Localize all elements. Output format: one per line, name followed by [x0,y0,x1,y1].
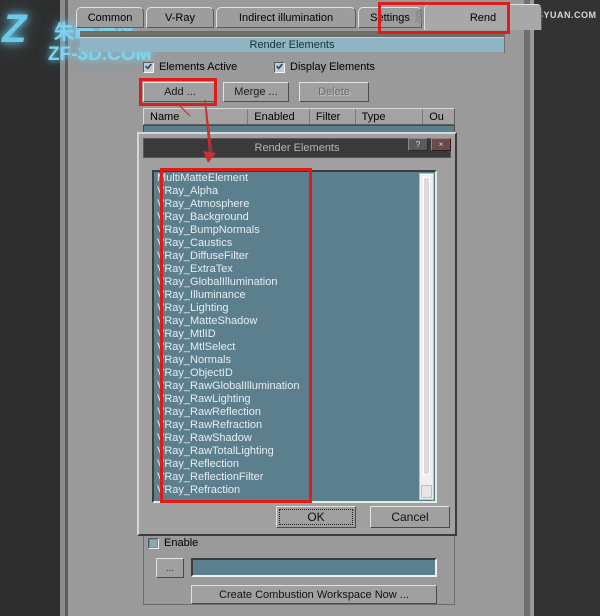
list-item[interactable]: VRay_Caustics [154,237,418,250]
close-icon[interactable]: × [431,138,451,151]
list-item[interactable]: VRay_BumpNormals [154,224,418,237]
merge-button[interactable]: Merge ... [223,82,289,102]
checkbox-display-elements[interactable]: Display Elements [274,61,375,73]
list-item[interactable]: VRay_GlobalIllumination [154,276,418,289]
tab-settings[interactable]: Settings [358,7,422,28]
element-action-buttons: Add ... Merge ... Delete [143,82,483,104]
check-icon-display-elements[interactable] [274,61,285,73]
delete-button: Delete [299,82,369,102]
create-combustion-workspace-button[interactable]: Create Combustion Workspace Now ... [191,585,437,604]
list-item[interactable]: VRay_MtlID [154,328,418,341]
label-elements-active: Elements Active [159,61,238,73]
label-enable: Enable [164,537,199,549]
output-path-input[interactable] [191,558,437,577]
dialog-window-buttons: ? × [408,138,451,151]
list-item[interactable]: VRay_RawRefraction [154,419,418,432]
list-item[interactable]: VRay_Refraction [154,484,418,497]
list-item[interactable]: VRay_ObjectID [154,367,418,380]
list-item[interactable]: VRay_MatteShadow [154,315,418,328]
elements-table-header: Name Enabled Filter Type Ou [143,108,455,125]
list-item[interactable]: MultiMatteElement [154,172,418,185]
list-item[interactable]: VRay_RawLighting [154,393,418,406]
column-header-filter[interactable]: Filter [310,109,356,124]
list-item[interactable]: VRay_RawGlobalIllumination [154,380,418,393]
column-header-name[interactable]: Name [144,109,249,124]
list-item[interactable]: VRay_RawTotalLighting [154,445,418,458]
column-header-type[interactable]: Type [356,109,424,124]
list-item[interactable]: VRay_Lighting [154,302,418,315]
dialog-titlebar[interactable]: Render Elements [143,138,451,158]
list-item[interactable]: VRay_Illuminance [154,289,418,302]
list-item[interactable]: VRay_Background [154,211,418,224]
cancel-button[interactable]: Cancel [370,506,450,528]
render-element-type-list[interactable]: MultiMatteElement VRay_Alpha VRay_Atmosphe… [152,170,437,503]
list-item[interactable]: VRay_ReflectionFilter [154,471,418,484]
list-scrollbar-down-arrow[interactable] [421,485,432,498]
render-setup-tabbar: Common V-Ray Indirect illumination Setti… [76,4,542,30]
check-icon-enable[interactable] [148,537,159,549]
list-item[interactable]: VRay_Reflection [154,458,418,471]
viewport-background-right [534,0,600,616]
list-scrollbar[interactable] [419,173,434,500]
rollout-title-render-elements[interactable]: Render Elements [80,37,504,52]
list-item[interactable]: VRay_Normals [154,354,418,367]
tab-vray[interactable]: V-Ray [146,7,214,28]
render-elements-dialog: Render Elements ? × MultiMatteElement VRa… [137,132,457,536]
rollout-right-edge [504,31,513,53]
column-header-output[interactable]: Ou [423,109,454,124]
check-icon-elements-active[interactable] [143,61,154,73]
checkbox-enable[interactable]: Enable [148,537,198,549]
list-item[interactable]: VRay_RawReflection [154,406,418,419]
label-display-elements: Display Elements [290,61,375,73]
list-item[interactable]: VRay_ExtraTex [154,263,418,276]
tab-indirect-illumination[interactable]: Indirect illumination [216,7,356,28]
help-icon[interactable]: ? [408,138,428,151]
tab-render-elements[interactable]: Rend [424,4,542,30]
list-item[interactable]: VRay_RawShadow [154,432,418,445]
add-button[interactable]: Add ... [143,82,217,102]
render-element-type-list-items: MultiMatteElement VRay_Alpha VRay_Atmosphe… [154,172,418,501]
viewport-background-left [0,0,60,616]
list-item[interactable]: VRay_MtlSelect [154,341,418,354]
list-item[interactable]: VRay_DiffuseFilter [154,250,418,263]
ok-button[interactable]: OK [276,506,356,528]
list-item[interactable]: VRay_Atmosphere [154,198,418,211]
screenshot-root: Z 朱峰社区 ZF-3D.COM WWW.MISSYUAN.COM Common… [0,0,600,616]
column-header-enabled[interactable]: Enabled [248,109,310,124]
list-scrollbar-thumb[interactable] [423,177,430,475]
list-item[interactable]: VRay_Alpha [154,185,418,198]
elements-options-row: Elements Active Display Elements [143,61,483,77]
checkbox-elements-active[interactable]: Elements Active [143,61,237,73]
browse-path-button[interactable]: ... [156,558,184,578]
tab-common[interactable]: Common [76,7,144,28]
